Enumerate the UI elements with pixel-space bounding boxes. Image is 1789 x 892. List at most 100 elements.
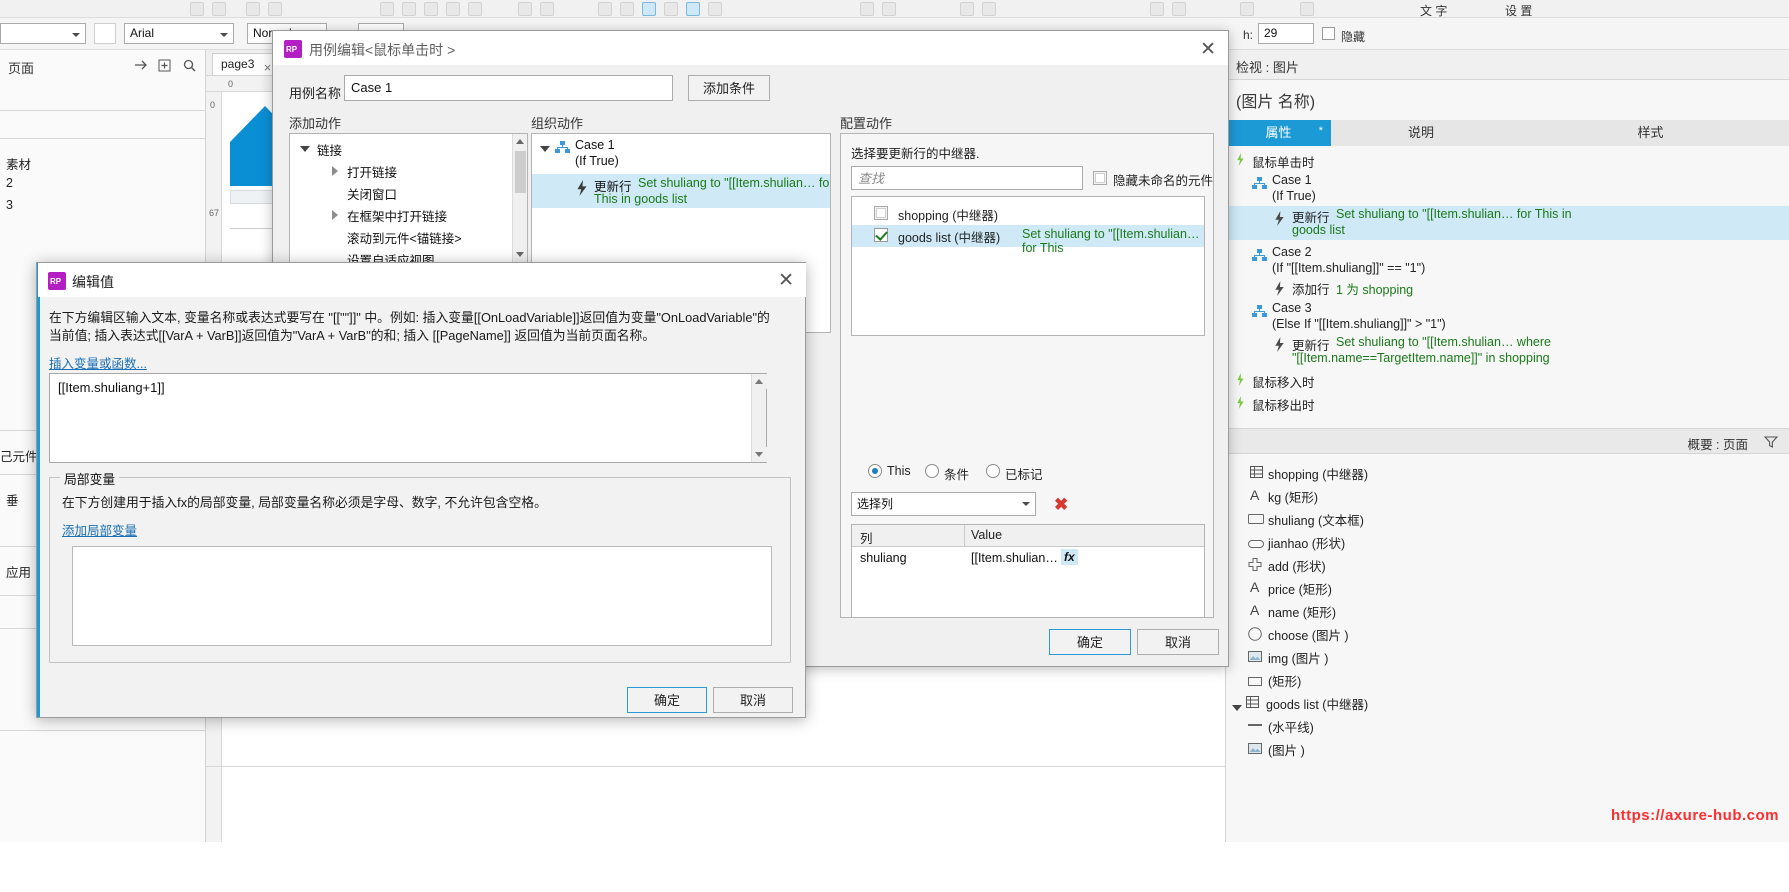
radio-marked[interactable] [986, 464, 1000, 478]
case-row[interactable]: Case 1 (If True) [1226, 172, 1789, 206]
toolbar-icon[interactable] [620, 2, 634, 16]
chevron-down-icon[interactable] [540, 146, 550, 152]
event-row-click[interactable]: 鼠标单击时 [1226, 150, 1789, 170]
scroll-up-arrow-icon[interactable] [513, 134, 527, 149]
repeater-list[interactable]: shopping (中继器) goods list (中继器) Set shul… [851, 196, 1205, 336]
toolbar-icon[interactable] [708, 2, 722, 16]
organize-action-row-selected[interactable]: 更新行 Set shuliang to "[[Item.shulian… for… [532, 174, 830, 208]
left-extra-item[interactable]: 应用 [6, 562, 31, 581]
scroll-down-arrow-icon[interactable] [513, 247, 527, 262]
close-icon[interactable]: ✕ [778, 271, 794, 290]
toolbar-icon[interactable] [642, 2, 656, 16]
repeater-list-row-selected[interactable]: goods list (中继器) Set shuliang to "[[Item… [852, 225, 1204, 255]
toolbar-icon[interactable] [960, 2, 974, 16]
edit-value-ok-button[interactable]: 确定 [627, 687, 707, 713]
font-family-select[interactable]: Arial [124, 23, 234, 44]
toolbar-icon[interactable] [518, 2, 532, 16]
chevron-right-icon[interactable] [332, 210, 338, 220]
case-ok-button[interactable]: 确定 [1049, 629, 1131, 655]
tab-notes-label: 说明 [1407, 125, 1434, 140]
menu-label-b[interactable]: 设 置 [1505, 2, 1532, 19]
organize-action-detail-2: This in goods list [594, 192, 688, 206]
close-icon[interactable]: × [264, 57, 272, 78]
outline-list[interactable]: shopping (中继器) A kg (矩形) shuliang (文本框) … [1226, 456, 1789, 892]
grid-row[interactable]: shuliang [[Item.shulian… fx [852, 547, 1204, 571]
action-row[interactable]: 添加行 1 为 shopping [1226, 278, 1789, 298]
local-variables-list[interactable] [72, 546, 772, 646]
toolbar-icon[interactable] [1300, 2, 1314, 16]
toolbar-icon[interactable] [882, 2, 896, 16]
fx-button[interactable]: fx [1061, 549, 1078, 565]
add-page-icon[interactable] [155, 56, 174, 75]
left-extra-item[interactable]: 垂 [6, 490, 19, 509]
event-row-mouseleave[interactable]: 鼠标移出时 [1226, 393, 1789, 413]
toolbar-icon[interactable] [468, 2, 482, 16]
left-tree-item[interactable]: 3 [6, 198, 13, 212]
left-tree-item[interactable]: 2 [6, 176, 13, 190]
add-condition-button[interactable]: 添加条件 [688, 75, 770, 101]
search-icon[interactable] [180, 56, 199, 75]
toolbar-icon[interactable] [424, 2, 438, 16]
repeater-search-input[interactable]: 查找 [851, 166, 1083, 190]
toolbar-icon[interactable] [860, 2, 874, 16]
column-value-grid[interactable]: 列 Value shuliang [[Item.shulian… fx [851, 524, 1205, 617]
scrollbar-thumb[interactable] [515, 151, 526, 193]
toolbar-icon[interactable] [268, 2, 282, 16]
height-input[interactable]: 29 [1258, 23, 1314, 44]
remove-column-icon[interactable]: ✖ [1054, 496, 1068, 513]
toolbar-icon[interactable] [380, 2, 394, 16]
expression-textarea[interactable]: [[Item.shuliang+1]] [49, 373, 767, 463]
repeater-checkbox[interactable] [874, 206, 888, 220]
repeater-checkbox[interactable] [874, 228, 888, 242]
toolbar-icon[interactable] [212, 2, 226, 16]
hide-unnamed-checkbox[interactable] [1093, 171, 1107, 185]
scroll-down-arrow-icon[interactable] [752, 447, 767, 462]
interactions-list[interactable]: 鼠标单击时 Case 1 (If True) 更新行 Set shuliang … [1226, 146, 1789, 466]
toolbar-icon[interactable] [540, 2, 554, 16]
toolbar-icon[interactable] [1172, 2, 1186, 16]
format-painter-icon[interactable] [94, 23, 116, 44]
case-cancel-button[interactable]: 取消 [1137, 629, 1219, 655]
case-row[interactable]: Case 3 (Else If "[[Item.shuliang]]" > "1… [1226, 300, 1789, 334]
column-select[interactable]: 选择列 [851, 492, 1036, 516]
chevron-down-icon[interactable] [1232, 700, 1242, 714]
left-tree-item[interactable]: 素材 [6, 154, 31, 173]
repeater-list-row[interactable]: shopping (中继器) [852, 203, 1204, 225]
toolbar-icon[interactable] [246, 2, 260, 16]
radio-condition[interactable] [925, 464, 939, 478]
toolbar-icon[interactable] [982, 2, 996, 16]
tab-notes[interactable]: 说明 [1331, 120, 1511, 146]
case-name-input[interactable]: Case 1 [344, 75, 673, 101]
style-select[interactable] [0, 23, 86, 44]
chevron-right-icon[interactable] [332, 166, 338, 176]
action-row[interactable]: 更新行 Set shuliang to "[[Item.shulian… whe… [1226, 334, 1789, 368]
page-tab[interactable]: page3 × [212, 53, 278, 78]
move-icon[interactable] [131, 56, 150, 75]
toolbar-icon[interactable] [598, 2, 612, 16]
add-local-variable-link[interactable]: 添加局部变量 [62, 520, 137, 539]
toolbar-icon[interactable] [1150, 2, 1164, 16]
menu-label-a[interactable]: 文 字 [1420, 2, 1447, 19]
scroll-up-arrow-icon[interactable] [752, 374, 767, 389]
chevron-down-icon[interactable] [300, 146, 310, 152]
action-tree-listbox[interactable]: 链接 打开链接 关闭窗口 在框架中打开链接 滚动到元件<锚链接> 设置自适应视图 [289, 133, 528, 263]
toolbar-icon[interactable] [1240, 2, 1254, 16]
insert-variable-link[interactable]: 插入变量或函数... [49, 353, 147, 372]
toolbar-icon[interactable] [446, 2, 460, 16]
tab-style[interactable]: 样式 [1511, 120, 1789, 146]
event-row-mouseenter[interactable]: 鼠标移入时 [1226, 370, 1789, 390]
action-tree-scrollbar[interactable] [512, 134, 527, 262]
case-row[interactable]: Case 2 (If "[[Item.shuliang]]" == "1") [1226, 244, 1789, 278]
action-row-selected[interactable]: 更新行 Set shuliang to "[[Item.shulian… for… [1226, 206, 1789, 240]
radio-this[interactable] [868, 464, 882, 478]
toolbar-icon[interactable] [402, 2, 416, 16]
expression-scrollbar[interactable] [751, 374, 767, 462]
toolbar-icon[interactable] [686, 2, 700, 16]
close-icon[interactable]: ✕ [1200, 40, 1216, 59]
tab-properties[interactable]: 属性 * [1226, 120, 1331, 146]
filter-icon[interactable] [1763, 435, 1779, 452]
edit-value-cancel-button[interactable]: 取消 [713, 687, 793, 713]
toolbar-icon[interactable] [664, 2, 678, 16]
toolbar-icon[interactable] [190, 2, 204, 16]
hidden-checkbox[interactable] [1322, 27, 1335, 40]
